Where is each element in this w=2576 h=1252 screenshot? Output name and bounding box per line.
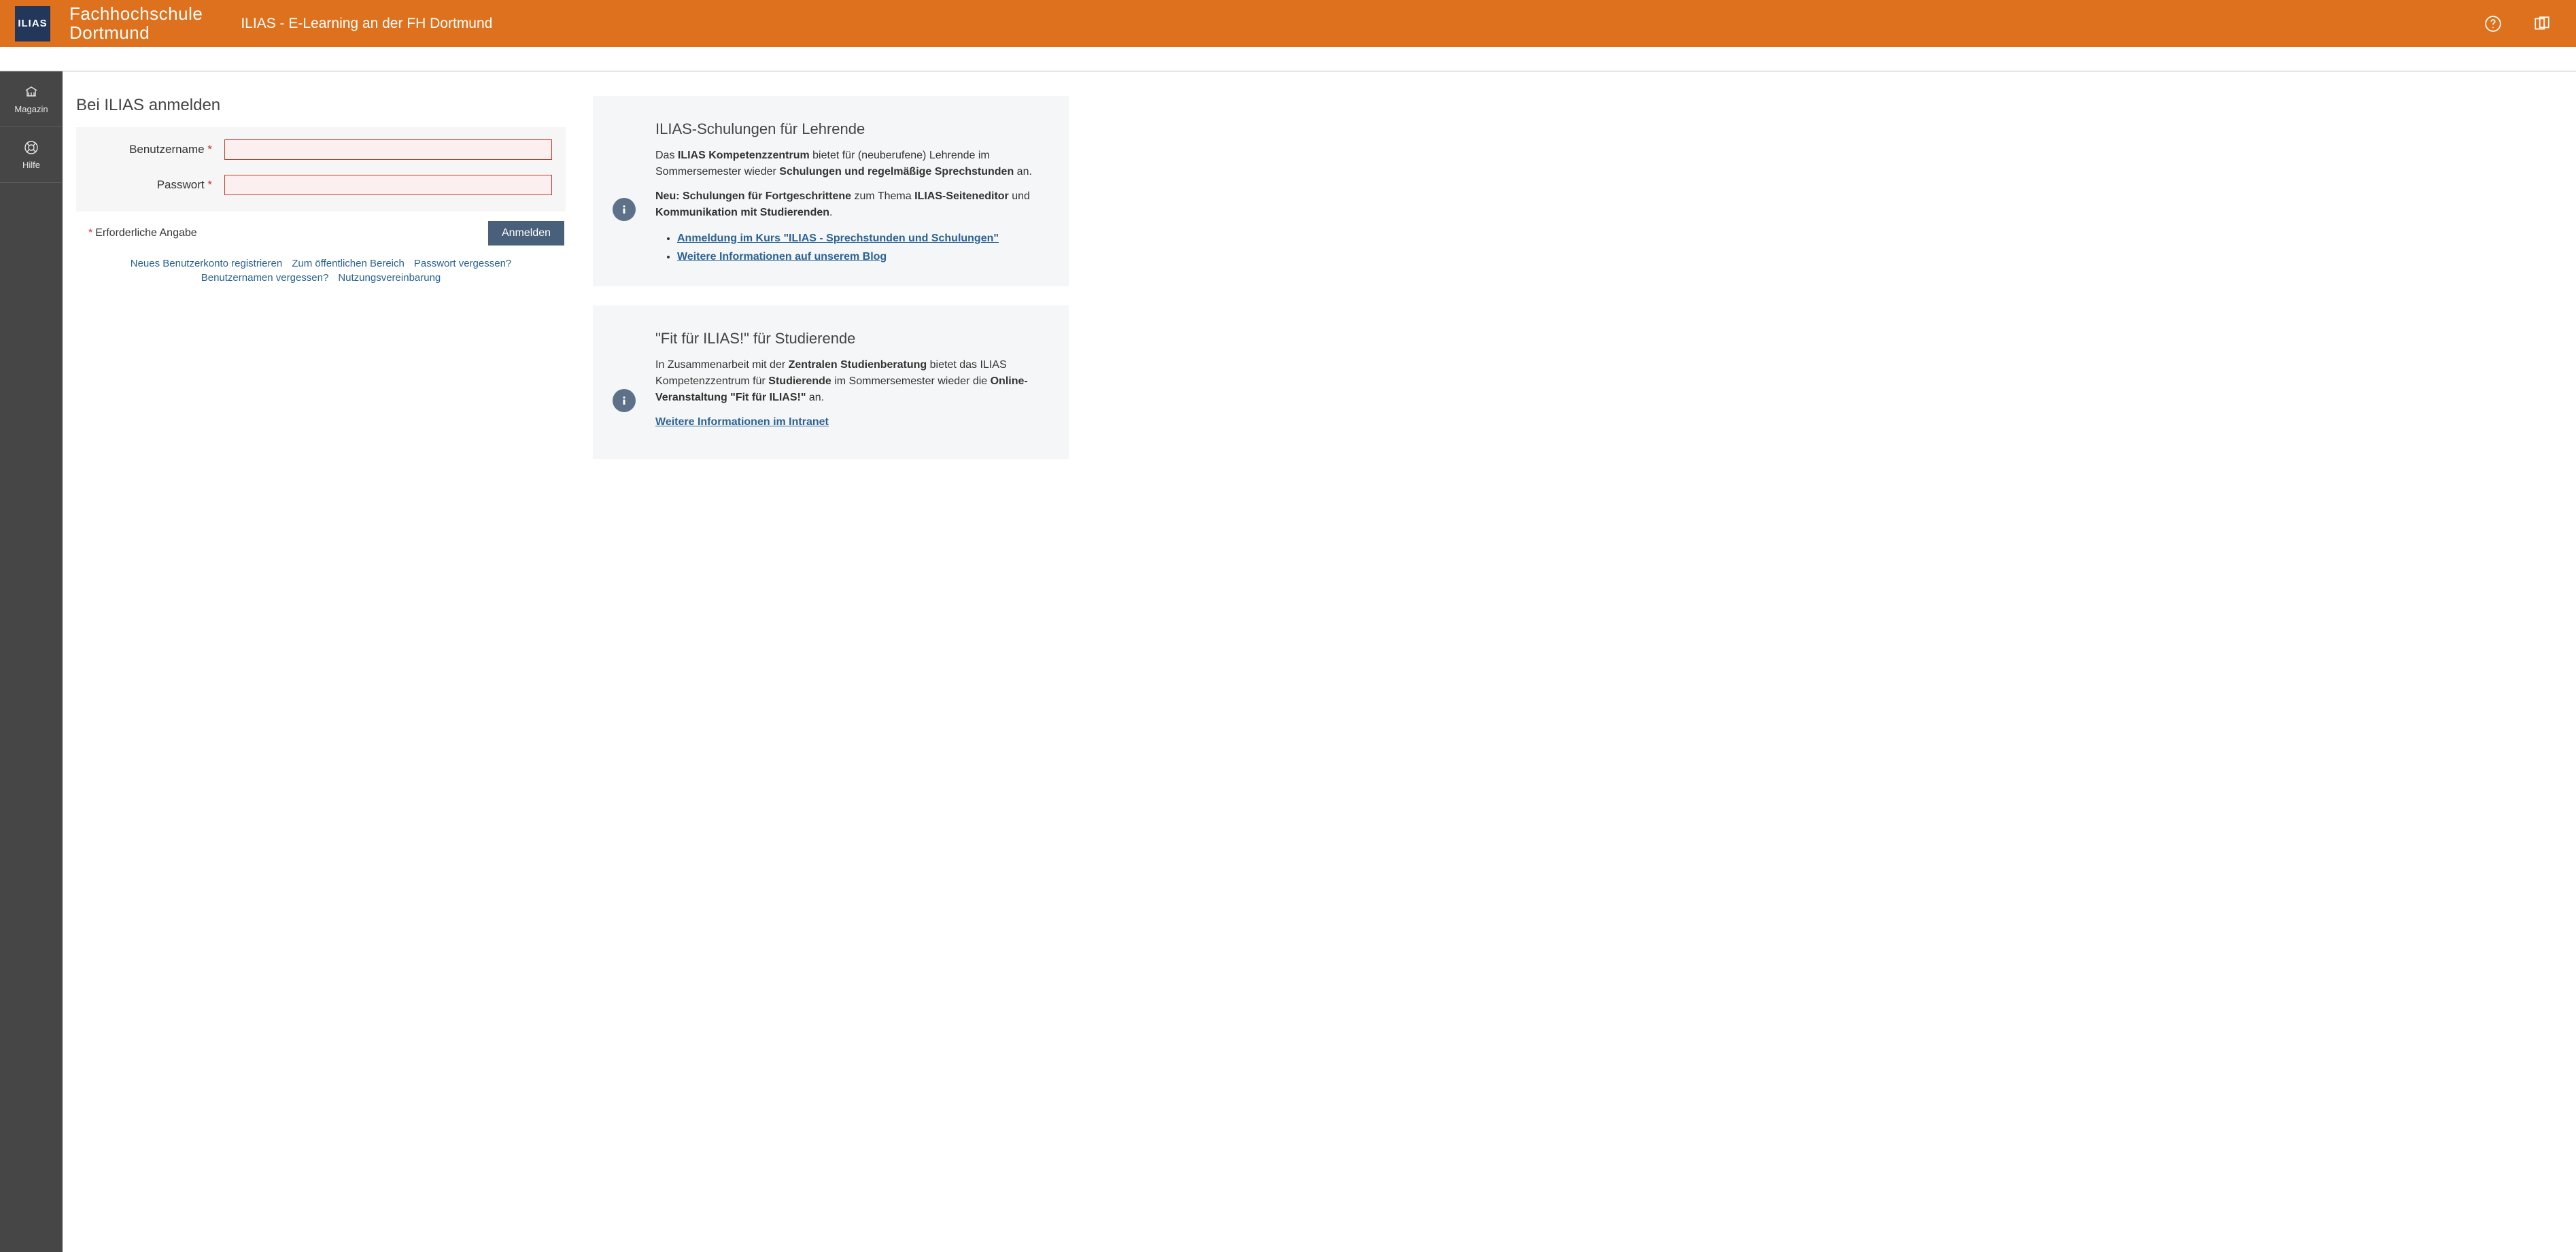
info-icon: [613, 198, 636, 221]
brand-line2: Dortmund: [69, 24, 203, 42]
lifebuoy-icon: [23, 139, 39, 156]
header: ILIAS Fachhochschule Dortmund ILIAS - E-…: [0, 0, 2576, 47]
info-paragraph: Neu: Schulungen für Fortgeschrittene zum…: [655, 188, 1052, 221]
required-note: *Erforderliche Angabe: [88, 227, 197, 239]
info-title: "Fit für ILIAS!" für Studierende: [655, 330, 1052, 348]
password-input[interactable]: [224, 175, 552, 195]
blog-link[interactable]: Weitere Informationen auf unserem Blog: [677, 251, 887, 263]
info-column: ILIAS-Schulungen für Lehrende Das ILIAS …: [593, 96, 1069, 459]
info-paragraph: In Zusammenarbeit mit der Zentralen Stud…: [655, 357, 1052, 406]
logo-box[interactable]: ILIAS: [15, 6, 50, 41]
info-list: Anmeldung im Kurs "ILIAS - Sprechstunden…: [655, 229, 1052, 266]
help-icon[interactable]: [2478, 9, 2508, 39]
top-gap: [0, 47, 2576, 71]
login-panel: Bei ILIAS anmelden Benutzername * Passwo…: [76, 96, 566, 284]
sidebar: Magazin Hilfe: [0, 71, 63, 1252]
repository-icon: [23, 84, 39, 100]
required-marker: *: [207, 178, 212, 191]
sidebar-item-label: Magazin: [14, 104, 48, 114]
forgot-username-link[interactable]: Benutzernamen vergessen?: [201, 272, 329, 284]
info-paragraph: Weitere Informationen im Intranet: [655, 414, 1052, 430]
brand-text: Fachhochschule Dortmund: [69, 5, 203, 42]
sidebar-item-label: Hilfe: [22, 160, 40, 170]
sidebar-item-magazin[interactable]: Magazin: [0, 71, 63, 127]
terms-link[interactable]: Nutzungsvereinbarung: [338, 272, 441, 284]
info-paragraph: Das ILIAS Kompetenzzentrum bietet für (n…: [655, 148, 1052, 180]
username-label: Benutzername *: [90, 143, 212, 156]
login-heading: Bei ILIAS anmelden: [76, 96, 566, 115]
info-panel-students: "Fit für ILIAS!" für Studierende In Zusa…: [593, 305, 1069, 459]
info-icon: [613, 389, 636, 412]
required-marker: *: [207, 143, 212, 156]
page-title: ILIAS - E-Learning an der FH Dortmund: [241, 16, 492, 32]
main-content: Bei ILIAS anmelden Benutzername * Passwo…: [63, 71, 2576, 1252]
login-form: Benutzername * Passwort *: [76, 127, 566, 212]
layout-icon[interactable]: [2527, 9, 2557, 39]
course-signup-link[interactable]: Anmeldung im Kurs "ILIAS - Sprechstunden…: [677, 233, 999, 244]
login-links: Neues Benutzerkonto registrieren Zum öff…: [76, 258, 566, 284]
password-label: Passwort *: [90, 178, 212, 192]
intranet-link[interactable]: Weitere Informationen im Intranet: [655, 416, 829, 428]
sidebar-item-hilfe[interactable]: Hilfe: [0, 127, 63, 183]
brand-line1: Fachhochschule: [69, 5, 203, 23]
info-panel-teachers: ILIAS-Schulungen für Lehrende Das ILIAS …: [593, 96, 1069, 286]
login-button[interactable]: Anmelden: [488, 221, 564, 246]
username-input[interactable]: [224, 139, 552, 160]
forgot-password-link[interactable]: Passwort vergessen?: [414, 258, 511, 269]
info-title: ILIAS-Schulungen für Lehrende: [655, 120, 1052, 138]
public-area-link[interactable]: Zum öffentlichen Bereich: [292, 258, 405, 269]
register-link[interactable]: Neues Benutzerkonto registrieren: [131, 258, 282, 269]
